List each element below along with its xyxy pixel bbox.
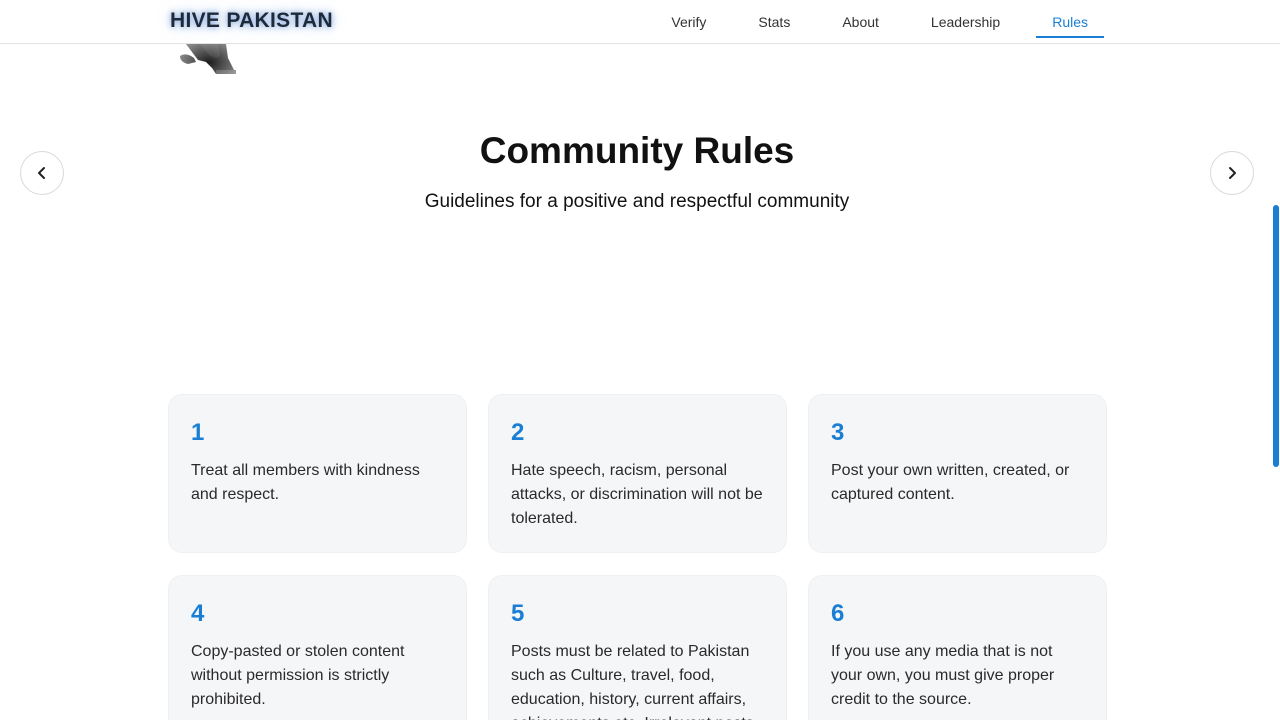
rule-card: 5 Posts must be related to Pakistan such… — [488, 575, 787, 720]
rule-card: 3 Post your own written, created, or cap… — [808, 394, 1107, 553]
rule-card: 1 Treat all members with kindness and re… — [168, 394, 467, 553]
rule-card: 4 Copy-pasted or stolen content without … — [168, 575, 467, 720]
carousel-previous-button[interactable] — [20, 151, 64, 195]
rule-number: 1 — [191, 419, 205, 446]
rule-text: Posts must be related to Pakistan such a… — [511, 643, 754, 720]
brand-logo-text[interactable]: HIVE PAKISTAN — [170, 9, 333, 33]
nav-item-verify[interactable]: Verify — [655, 0, 722, 44]
rule-card: 2 Hate speech, racism, personal attacks,… — [488, 394, 787, 553]
rule-number: 4 — [191, 600, 205, 627]
rule-number: 6 — [831, 600, 845, 627]
rule-text: Treat all members with kindness and resp… — [191, 462, 420, 503]
hero-image-partial — [176, 44, 242, 90]
rule-number: 2 — [511, 419, 525, 446]
rule-card: 6 If you use any media that is not your … — [808, 575, 1107, 720]
chevron-left-icon — [38, 167, 45, 179]
page: HIVE PAKISTAN Verify Stats About Leaders… — [0, 0, 1280, 720]
page-scrollbar[interactable] — [1272, 0, 1280, 720]
nav-item-leadership[interactable]: Leadership — [915, 0, 1016, 44]
scrollbar-thumb[interactable] — [1273, 205, 1279, 467]
page-title: Community Rules — [479, 130, 795, 171]
rule-number: 3 — [831, 419, 845, 446]
carousel-next-button[interactable] — [1210, 151, 1254, 195]
top-nav-bar: HIVE PAKISTAN Verify Stats About Leaders… — [0, 0, 1280, 44]
nav-item-about[interactable]: About — [826, 0, 895, 44]
page-subtitle: Guidelines for a positive and respectful… — [424, 191, 850, 212]
rule-text: If you use any media that is not your ow… — [831, 643, 1055, 708]
rule-text: Post your own written, created, or captu… — [831, 462, 1070, 503]
nav-item-stats[interactable]: Stats — [742, 0, 806, 44]
nav-item-rules[interactable]: Rules — [1036, 0, 1104, 44]
main-nav: Verify Stats About Leadership Rules — [635, 0, 1104, 44]
rule-text: Hate speech, racism, personal attacks, o… — [511, 462, 763, 527]
chevron-right-icon — [1229, 167, 1236, 179]
rule-text: Copy-pasted or stolen content without pe… — [191, 643, 405, 708]
rule-number: 5 — [511, 600, 525, 627]
